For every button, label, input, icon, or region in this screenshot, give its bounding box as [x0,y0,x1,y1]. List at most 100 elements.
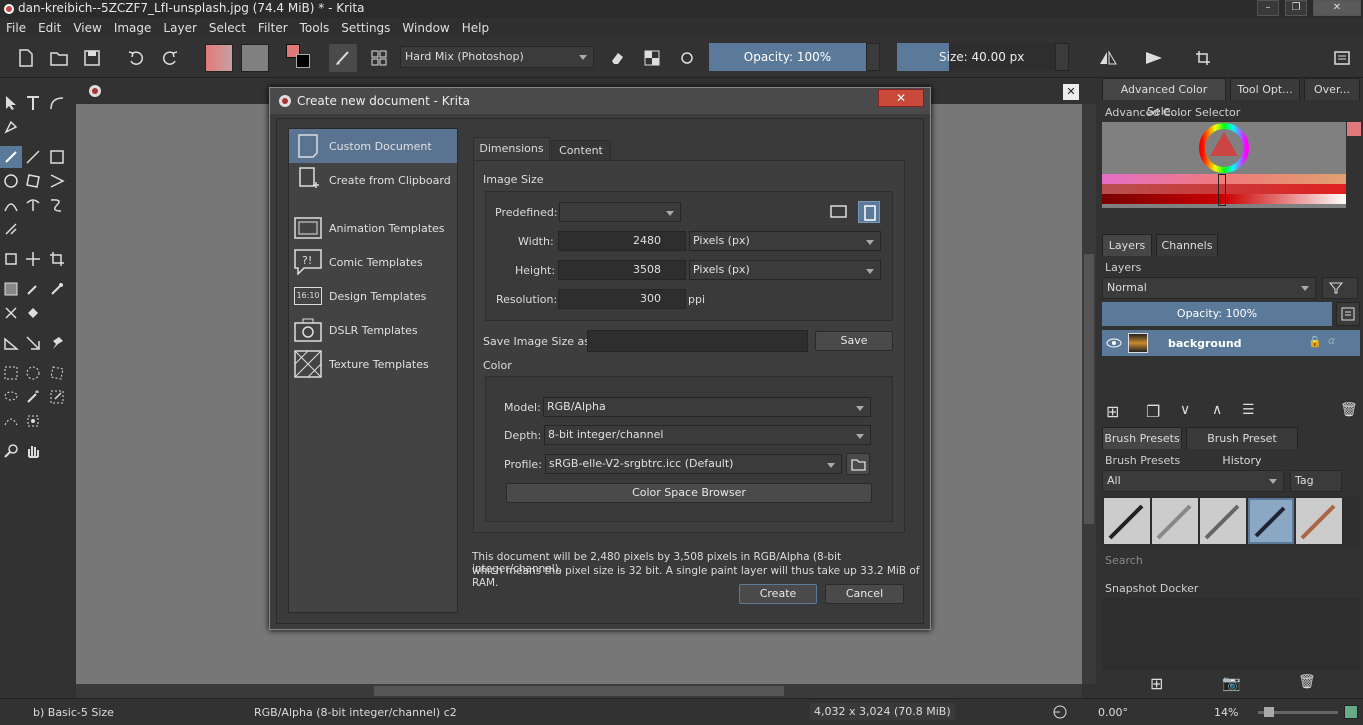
color-space-browser-button[interactable]: Color Space Browser [506,483,872,503]
crop-tool[interactable] [46,248,68,270]
save-image-size-input[interactable] [587,330,808,352]
color-wheel-icon[interactable] [1198,122,1250,174]
minimize-button[interactable]: – [1257,0,1279,16]
new-document-button[interactable] [12,44,40,72]
pan-tool[interactable] [22,440,44,462]
gradient-fill-button[interactable] [205,44,233,72]
freehand-selection-tool[interactable] [0,386,22,408]
opacity-spin-buttons[interactable] [866,43,880,71]
color-depth-select[interactable]: 8-bit integer/channel [544,425,871,445]
reference-images-tool[interactable] [46,332,68,354]
landscape-orientation-button[interactable] [830,203,848,221]
menu-file[interactable]: File [0,18,32,38]
bezier-curve-tool[interactable] [0,194,22,216]
layer-blend-mode-select[interactable]: Normal [1102,277,1316,299]
pattern-fill-button[interactable] [241,44,269,72]
template-design-templates[interactable]: 16:10 Design Templates [289,279,457,313]
predefined-select[interactable] [559,202,681,222]
polygon-tool[interactable] [22,170,44,192]
alpha-lock-icon[interactable]: α [1328,334,1335,347]
camera-icon[interactable]: 📷 [1222,674,1241,692]
brush-preset-item[interactable] [1152,498,1198,544]
colorize-mask-tool[interactable] [46,278,68,300]
layer-properties-button[interactable] [1336,302,1360,326]
tab-content[interactable]: Content [551,140,611,161]
transform-tool[interactable] [0,248,22,270]
status-image-size[interactable]: 4,032 x 3,024 (70.8 MiB) [810,703,955,720]
canvas-only-toggle-icon[interactable] [1344,705,1358,719]
menu-window[interactable]: Window [396,18,455,38]
brush-presets-button[interactable] [365,44,393,72]
tab-dimensions[interactable]: Dimensions [473,137,550,161]
tab-brush-presets[interactable]: Brush Presets [1102,427,1182,449]
rotation-icon[interactable] [1052,704,1068,720]
wrap-around-button[interactable] [1189,44,1217,72]
smart-patch-tool[interactable] [0,302,22,324]
brush-preset-item-selected[interactable] [1248,498,1294,544]
brush-preset-item[interactable] [1200,498,1246,544]
move-layer-down-icon[interactable]: ∨ [1180,402,1190,418]
multibrush-tool[interactable] [0,218,22,240]
tab-layers[interactable]: Layers [1102,234,1152,256]
close-window-button[interactable]: ✕ [1313,0,1361,16]
template-custom-document[interactable]: Custom Document [289,129,457,163]
layer-settings-icon[interactable]: ☰ [1242,402,1255,418]
layer-filter-button[interactable] [1322,277,1358,299]
close-document-button[interactable]: ✕ [1063,84,1079,100]
color-model-select[interactable]: RGB/Alpha [543,397,871,417]
freehand-path-tool[interactable] [22,194,44,216]
menu-tools[interactable]: Tools [294,18,336,38]
polygonal-selection-tool[interactable] [46,362,68,384]
menu-filter[interactable]: Filter [252,18,294,38]
size-slider[interactable]: Size: 40.00 px [897,43,1055,71]
duplicate-layer-icon[interactable]: ❐ [1146,402,1160,421]
assistant-tool[interactable] [0,332,22,354]
save-document-button[interactable] [78,44,106,72]
menu-select[interactable]: Select [203,18,252,38]
bezier-selection-tool[interactable] [0,410,22,432]
text-tool[interactable] [22,92,44,114]
brush-tag-filter-select[interactable]: All [1102,470,1284,492]
polyline-tool[interactable] [46,170,68,192]
ellipse-tool[interactable] [0,170,22,192]
create-button[interactable]: Create [739,584,817,604]
brush-preset-item[interactable] [1296,498,1342,544]
brush-editor-button[interactable] [329,44,357,72]
cancel-button[interactable]: Cancel [825,584,904,604]
redo-button[interactable] [156,44,184,72]
mirror-vertical-button[interactable] [1140,44,1168,72]
layer-row-background[interactable]: background 🔒 α [1102,330,1360,356]
gradient-tool[interactable] [0,278,22,300]
color-selector-widget[interactable] [1102,122,1346,208]
similar-color-selection-tool[interactable] [46,386,68,408]
line-tool[interactable] [22,146,44,168]
template-texture-templates[interactable]: Texture Templates [289,347,457,381]
mirror-horizontal-button[interactable] [1094,44,1122,72]
open-document-button[interactable] [45,44,73,72]
contiguous-selection-tool[interactable] [22,386,44,408]
tab-overview[interactable]: Over... [1304,78,1360,100]
menu-settings[interactable]: Settings [335,18,396,38]
background-color-swatch[interactable] [296,54,310,68]
template-comic-templates[interactable]: ?! Comic Templates [289,245,457,279]
dynamic-brush-tool[interactable] [46,194,68,216]
add-snapshot-icon[interactable]: ⊞ [1150,674,1163,693]
opacity-slider[interactable]: Opacity: 100% [709,43,866,71]
zoom-tool[interactable] [0,440,22,462]
edit-shapes-tool[interactable] [46,92,68,114]
eraser-mode-button[interactable] [603,44,631,72]
brush-search-input[interactable]: Search [1105,554,1143,567]
color-profile-select[interactable]: sRGB-elle-V2-srgbtrc.icc (Default) [545,454,842,474]
delete-layer-icon[interactable]: 🗑 [1340,402,1358,418]
menu-help[interactable]: Help [456,18,495,38]
move-tool[interactable] [22,248,44,270]
tab-brush-preset-history[interactable]: Brush Preset History [1186,427,1298,467]
width-input[interactable]: 2480 [558,231,686,251]
resolution-input[interactable]: 300 [558,289,686,309]
profile-browse-button[interactable] [846,453,870,475]
menu-layer[interactable]: Layer [157,18,202,38]
select-shapes-tool[interactable] [0,92,22,114]
tab-tool-options[interactable]: Tool Opt... [1230,78,1300,100]
canvas-horizontal-scrollbar[interactable] [76,684,1082,698]
measure-tool[interactable] [22,332,44,354]
